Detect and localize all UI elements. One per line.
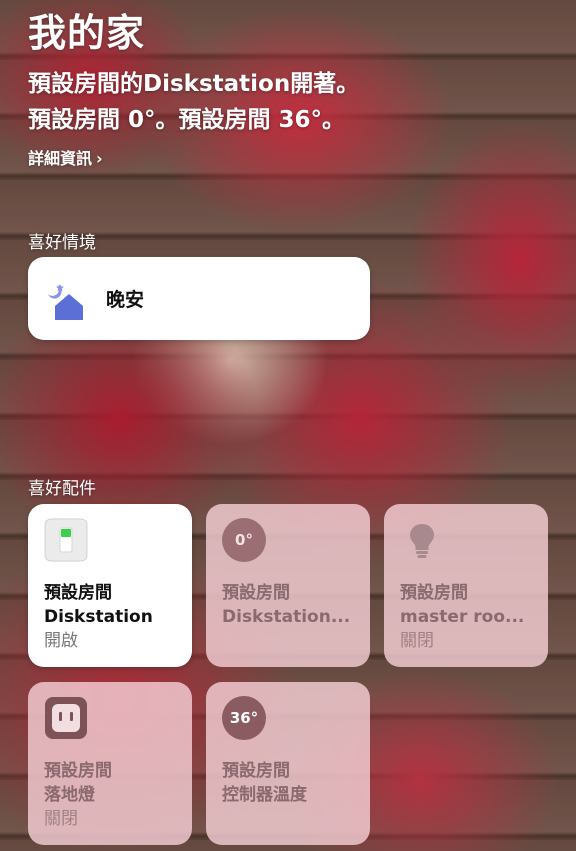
temperature-icon: 36° (222, 696, 266, 740)
page-title: 我的家 (28, 11, 146, 55)
accessory-name: Diskstation (44, 607, 153, 627)
details-link-label: 詳細資訊 (28, 149, 93, 168)
accessory-tile-diskstation-switch[interactable]: 預設房間 Diskstation 開啟 (28, 504, 192, 667)
accessory-state: 關閉 (400, 631, 434, 651)
home-status-line-1: 預設房間的Diskstation開著。 (28, 71, 360, 97)
accessory-room: 預設房間 (222, 761, 290, 781)
accessory-name: 落地燈 (44, 785, 95, 805)
accessory-tile-diskstation-temperature[interactable]: 0° 預設房間 Diskstation... (206, 504, 370, 667)
temperature-badge: 0° (222, 518, 266, 562)
lightbulb-icon (400, 518, 444, 562)
favorite-accessories-header: 喜好配件 (28, 479, 96, 499)
chevron-right-icon: › (96, 149, 103, 168)
accessory-tile-master-room-light[interactable]: 預設房間 master roo... 關閉 (384, 504, 548, 667)
favorite-scenes-header: 喜好情境 (28, 233, 96, 253)
accessory-name: master roo... (400, 607, 525, 627)
temperature-icon: 0° (222, 518, 266, 562)
accessory-room: 預設房間 (44, 761, 112, 781)
accessory-state: 開啟 (44, 631, 78, 651)
temperature-badge: 36° (222, 696, 266, 740)
scene-tile-good-night[interactable]: 晚安 (28, 257, 370, 340)
scene-name: 晚安 (106, 289, 145, 311)
home-status-line-2: 預設房間 0°。預設房間 36°。 (28, 107, 346, 133)
accessory-room: 預設房間 (222, 583, 290, 603)
accessory-room: 預設房間 (400, 583, 468, 603)
house-moon-icon (40, 274, 90, 324)
accessory-name: Diskstation... (222, 607, 351, 627)
accessory-tile-floor-lamp[interactable]: 預設房間 落地燈 關閉 (28, 682, 192, 845)
accessory-state: 關閉 (44, 809, 78, 829)
outlet-icon (44, 696, 88, 740)
accessory-room: 預設房間 (44, 583, 112, 603)
accessory-name: 控制器溫度 (222, 785, 307, 805)
details-link[interactable]: 詳細資訊 › (28, 145, 103, 169)
switch-icon (44, 518, 88, 562)
accessory-tile-controller-temperature[interactable]: 36° 預設房間 控制器溫度 (206, 682, 370, 845)
